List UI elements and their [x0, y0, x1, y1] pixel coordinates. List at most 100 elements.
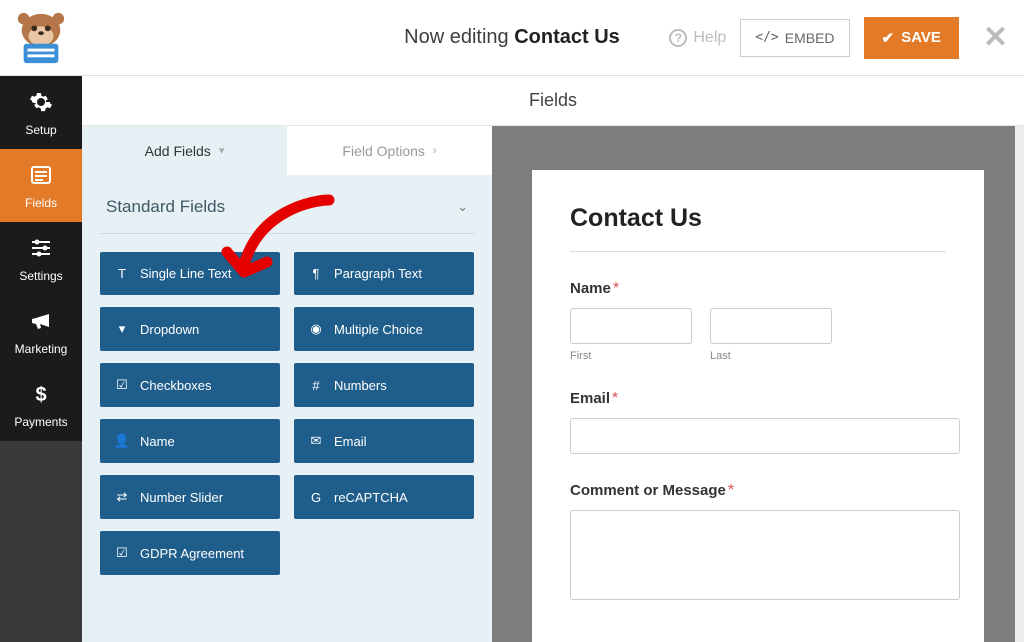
standard-fields-group: Standard Fields ⌄ T Single Line Text ¶ Para…: [96, 175, 478, 585]
field-gdpr-agreement[interactable]: ☑ GDPR Agreement: [100, 531, 280, 575]
field-email[interactable]: ✉ Email: [294, 419, 474, 463]
tab-add-fields[interactable]: Add Fields ▾: [82, 126, 287, 175]
top-actions: ? Help </> EMBED ✔ SAVE ✕: [669, 17, 1008, 59]
embed-icon: </>: [755, 30, 778, 45]
field-label: Single Line Text: [140, 266, 232, 281]
comment-label: Comment or Message: [570, 482, 726, 499]
chevron-right-icon: ›: [433, 145, 437, 157]
field-single-line-text[interactable]: T Single Line Text: [100, 252, 280, 295]
check-icon: ✔: [882, 29, 895, 47]
name-label: Name: [570, 280, 611, 297]
editing-title: Now editing Contact Us: [404, 26, 620, 49]
last-sublabel: Last: [710, 350, 832, 362]
email-field-group[interactable]: Email*: [570, 390, 946, 454]
help-label: Help: [693, 29, 726, 47]
name-field-group[interactable]: Name* First Last: [570, 280, 946, 362]
embed-label: EMBED: [785, 30, 835, 46]
close-button[interactable]: ✕: [983, 20, 1008, 55]
top-bar: Now editing Contact Us ? Help </> EMBED …: [0, 0, 1024, 76]
field-label: reCAPTCHA: [334, 490, 408, 505]
field-name-icon: 👤: [114, 433, 130, 449]
center: Fields Add Fields ▾ Field Options ›: [82, 76, 1024, 642]
gear-icon: [4, 90, 78, 117]
first-sublabel: First: [570, 350, 692, 362]
group-title: Standard Fields: [106, 197, 225, 217]
field-label: Numbers: [334, 378, 387, 393]
field-recaptcha[interactable]: GreCAPTCHA: [294, 475, 474, 519]
editing-prefix: Now editing: [404, 26, 514, 48]
field-email-icon: ✉: [308, 433, 324, 449]
save-label: SAVE: [901, 29, 941, 46]
panel-body: Standard Fields ⌄ T Single Line Text ¶ Para…: [82, 175, 492, 642]
email-label: Email: [570, 390, 610, 407]
sidebar-label: Fields: [4, 196, 78, 210]
field-paragraph-text-icon: ¶: [308, 266, 324, 281]
sidebar-item-fields[interactable]: Fields: [0, 149, 82, 222]
form-preview-area: Contact Us Name* First Last: [492, 126, 1024, 642]
field-label: Checkboxes: [140, 378, 212, 393]
comment-field-group[interactable]: Comment or Message*: [570, 482, 946, 605]
tab-label: Field Options: [342, 143, 424, 159]
group-header[interactable]: Standard Fields ⌄: [100, 197, 474, 234]
field-gdpr-agreement-icon: ☑: [114, 545, 130, 561]
sidebar-item-payments[interactable]: $ Payments: [0, 368, 82, 441]
field-multiple-choice-icon: ◉: [308, 321, 324, 337]
field-paragraph-text[interactable]: ¶ Paragraph Text: [294, 252, 474, 295]
field-numbers-icon: #: [308, 378, 324, 393]
panel-tabs: Add Fields ▾ Field Options ›: [82, 126, 492, 175]
field-recaptcha-icon: G: [308, 490, 324, 505]
field-multiple-choice[interactable]: ◉ Multiple Choice: [294, 307, 474, 351]
svg-text:$: $: [35, 384, 46, 406]
sidebar-label: Marketing: [4, 342, 78, 356]
sidebar-label: Payments: [4, 415, 78, 429]
save-button[interactable]: ✔ SAVE: [864, 17, 959, 59]
tab-label: Add Fields: [145, 143, 211, 159]
comment-textarea[interactable]: [570, 510, 960, 600]
embed-button[interactable]: </> EMBED: [740, 19, 849, 57]
field-label: Number Slider: [140, 490, 223, 505]
field-label: Name: [140, 434, 175, 449]
megaphone-icon: [4, 309, 78, 336]
field-name[interactable]: 👤 Name: [100, 419, 280, 463]
tab-field-options[interactable]: Field Options ›: [287, 126, 492, 175]
help-icon: ?: [669, 29, 687, 47]
list-icon: [4, 163, 78, 190]
field-numbers[interactable]: # Numbers: [294, 363, 474, 407]
chevron-down-icon: ⌄: [457, 199, 468, 215]
editing-form-name: Contact Us: [514, 26, 620, 48]
chevron-down-icon: ▾: [219, 144, 225, 157]
field-dropdown[interactable]: ▾ Dropdown: [100, 307, 280, 351]
sidebar-item-marketing[interactable]: Marketing: [0, 295, 82, 368]
form-card: Contact Us Name* First Last: [532, 170, 984, 642]
required-mark: *: [728, 482, 734, 499]
fields-panel: Add Fields ▾ Field Options › Standard Fi…: [82, 126, 492, 642]
field-number-slider[interactable]: ⇄ Number Slider: [100, 475, 280, 519]
sidebar: Setup Fields Settings Marketing $ Paymen…: [0, 76, 82, 642]
sliders-icon: [4, 236, 78, 263]
required-mark: *: [612, 390, 618, 407]
field-label: Paragraph Text: [334, 266, 422, 281]
field-label: Dropdown: [140, 322, 199, 337]
email-input[interactable]: [570, 418, 960, 454]
field-single-line-text-icon: T: [114, 266, 130, 281]
help-link[interactable]: ? Help: [669, 29, 726, 47]
main: Setup Fields Settings Marketing $ Paymen…: [0, 76, 1024, 642]
sidebar-label: Setup: [4, 123, 78, 137]
sidebar-item-settings[interactable]: Settings: [0, 222, 82, 295]
sidebar-item-setup[interactable]: Setup: [0, 76, 82, 149]
field-number-slider-icon: ⇄: [114, 489, 130, 505]
columns: Add Fields ▾ Field Options › Standard Fi…: [82, 126, 1024, 642]
field-label: Email: [334, 434, 367, 449]
field-label: GDPR Agreement: [140, 546, 244, 561]
field-dropdown-icon: ▾: [114, 321, 130, 337]
section-title: Fields: [82, 76, 1024, 126]
first-name-input[interactable]: [570, 308, 692, 344]
field-label: Multiple Choice: [334, 322, 423, 337]
last-name-input[interactable]: [710, 308, 832, 344]
required-mark: *: [613, 280, 619, 297]
field-checkboxes[interactable]: ☑ Checkboxes: [100, 363, 280, 407]
dollar-icon: $: [4, 382, 78, 409]
field-checkboxes-icon: ☑: [114, 377, 130, 393]
scrollbar-right[interactable]: [1015, 126, 1024, 642]
field-grid: T Single Line Text ¶ Paragraph Text ▾ Dropdow…: [100, 252, 474, 575]
